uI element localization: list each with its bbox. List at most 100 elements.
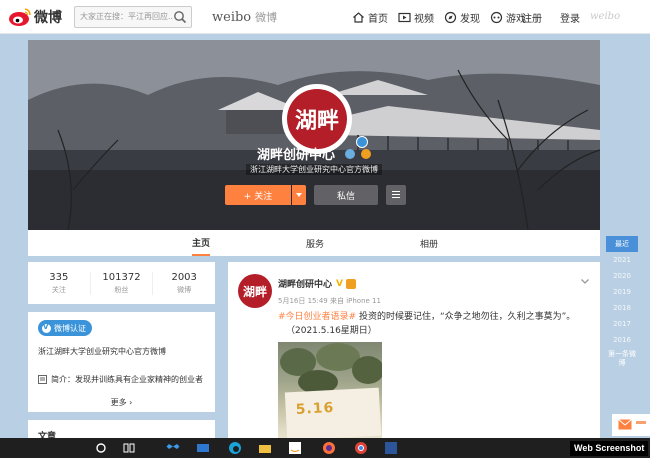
verified-v-icon (42, 323, 51, 333)
year-item[interactable]: 2018 (606, 300, 638, 316)
message-float[interactable] (612, 414, 650, 436)
year-item[interactable]: 2016 (606, 332, 638, 348)
search-circle-icon[interactable] (94, 441, 108, 455)
feed-post: 湖畔 湖畔创研中心 V 5月16日 15:49 来自 iPhone 11 #今日… (228, 262, 600, 438)
edge-icon[interactable] (228, 441, 242, 455)
menu-line-icon (392, 197, 400, 198)
profile-cover: 湖畔 湖畔创研中心 浙江湖畔大学创业研究中心官方微博 + 关注 私信 (28, 40, 600, 230)
intro-text: 发现并训练具有企业家精神的创业者 (75, 375, 203, 384)
date-card-number: 5.16 (295, 399, 335, 418)
post-meta: 5月16日 15:49 来自 iPhone 11 (278, 297, 381, 305)
auth-links: 注册 登录 (522, 0, 598, 34)
file-explorer-icon[interactable] (258, 441, 272, 455)
year-timeline: 最近 2021 2020 2019 2018 2017 2016 第一条微博 (606, 236, 638, 368)
follow-dropdown-button[interactable] (292, 185, 306, 205)
year-item[interactable]: 2020 (606, 268, 638, 284)
search-icon[interactable] (173, 10, 187, 24)
nav-video[interactable]: 视频 (398, 10, 434, 25)
stat-posts[interactable]: 2003 微博 (153, 272, 215, 295)
nav-home-label: 首页 (368, 13, 388, 25)
stat-followers-label: 粉丝 (114, 285, 129, 294)
search-placeholder: 大家正在搜：平江再回应... (80, 12, 173, 21)
post-hashtag[interactable]: #今日创业者语录# (278, 312, 356, 322)
amazon-icon[interactable] (288, 441, 302, 455)
intro-icon (38, 375, 47, 384)
menu-line-icon (392, 191, 400, 192)
menu-line-icon (392, 194, 400, 195)
nav-game[interactable]: 游戏 (490, 10, 526, 25)
brand-cn: 微博 (255, 10, 278, 24)
stat-posts-value: 2003 (171, 271, 197, 283)
stat-following[interactable]: 335 关注 (28, 271, 91, 295)
word-icon[interactable] (384, 441, 398, 455)
profile-description-text: 浙江湖畔大学创业研究中心官方微博 (246, 164, 382, 175)
verified-icon (344, 149, 355, 159)
logo-text: 微博 (34, 9, 62, 26)
post-author: 湖畔创研中心 V (278, 277, 356, 290)
os-taskbar (0, 438, 650, 458)
video-icon (398, 12, 411, 22)
stat-following-value: 335 (49, 271, 69, 283)
nav-discover[interactable]: 发现 (444, 10, 480, 25)
dropbox-icon[interactable] (166, 441, 180, 455)
nav-home[interactable]: 首页 (352, 10, 388, 25)
post-text: 投资的时候要记住，“众争之地勿往，久利之事莫为”。 (356, 312, 576, 322)
profile-badges (343, 148, 372, 163)
verification-chip-label: 微博认证 (54, 323, 86, 333)
firefox-icon[interactable] (322, 441, 336, 455)
weibo-wordmark: weibo 微博 (212, 9, 277, 25)
register-link[interactable]: 注册 (522, 10, 542, 25)
mail-indicator (636, 421, 646, 424)
tab-album[interactable]: 相册 (420, 230, 438, 256)
home-icon (353, 11, 364, 23)
task-view-icon[interactable] (122, 441, 136, 455)
post-author-name[interactable]: 湖畔创研中心 (278, 277, 332, 290)
tab-services[interactable]: 服务 (306, 230, 324, 256)
more-menu-button[interactable] (386, 185, 406, 205)
profile-description: 浙江湖畔大学创业研究中心官方微博 (28, 164, 600, 175)
post-image[interactable]: 5.16 (278, 342, 382, 438)
year-item[interactable]: 2019 (606, 284, 638, 300)
login-link[interactable]: 登录 (560, 10, 580, 25)
year-item[interactable]: 2017 (606, 316, 638, 332)
profile-name: 湖畔创研中心 (28, 144, 600, 163)
stat-following-label: 关注 (51, 285, 66, 294)
search-input[interactable]: 大家正在搜：平江再回应... (74, 5, 192, 28)
discover-icon (444, 11, 457, 23)
year-item[interactable]: 2021 (606, 252, 638, 268)
level-icon (361, 149, 372, 159)
verification-text: 浙江湖畔大学创业研究中心官方微博 (38, 347, 166, 356)
post-avatar[interactable]: 湖畔 (238, 274, 272, 308)
profile-stats: 335 关注 101372 粉丝 2003 微博 (28, 262, 215, 304)
follow-button[interactable]: + 关注 (225, 185, 291, 205)
verified-v-icon: V (336, 278, 343, 289)
stat-followers-value: 101372 (102, 271, 141, 283)
tab-home[interactable]: 主页 (192, 230, 211, 256)
weibo-logo[interactable]: 微博 (8, 7, 62, 27)
post-body: #今日创业者语录# 投资的时候要记住，“众争之地勿往，久利之事莫为”。 （202… (278, 310, 590, 338)
weibo-eye-icon (9, 7, 31, 26)
stat-followers[interactable]: 101372 粉丝 (91, 271, 154, 295)
mail-app-icon[interactable] (196, 441, 210, 455)
more-info-link[interactable]: 更多 › (28, 397, 215, 408)
level-badge-icon (345, 278, 356, 289)
nav-video-label: 视频 (414, 13, 434, 25)
verification-chip: 微博认证 (38, 320, 92, 336)
stat-posts-label: 微博 (177, 285, 192, 294)
articles-section: 文章 (28, 420, 215, 442)
game-icon (490, 11, 503, 23)
mail-icon (618, 419, 632, 430)
year-recent[interactable]: 最近 (606, 236, 638, 252)
message-button[interactable]: 私信 (314, 185, 378, 205)
profile-intro: 简介： 发现并训练具有企业家精神的创业者 (38, 374, 203, 385)
main-nav: 首页 视频 发现 游戏 (352, 0, 536, 34)
chrome-icon[interactable] (354, 441, 368, 455)
brand-en: weibo (212, 9, 252, 25)
date-card: 5.16 (284, 387, 382, 438)
first-post-link[interactable]: 第一条微博 (606, 350, 638, 368)
profile-tabs: 主页 服务 相册 (28, 230, 600, 256)
chevron-down-icon[interactable] (580, 276, 590, 286)
post-date: （2021.5.16星期日） (286, 326, 377, 336)
intro-label: 简介： (51, 375, 75, 384)
nav-discover-label: 发现 (460, 13, 480, 25)
